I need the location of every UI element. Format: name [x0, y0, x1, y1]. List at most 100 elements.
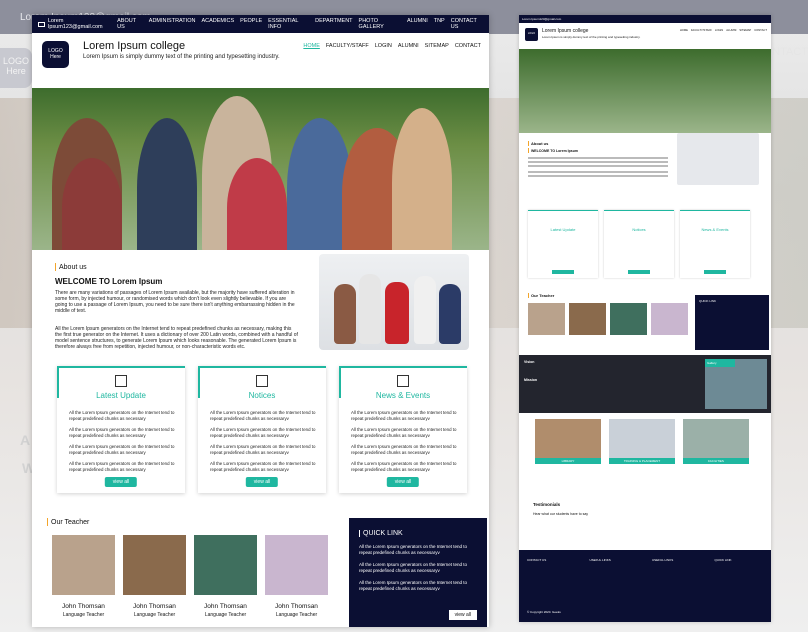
- nav-contact[interactable]: CONTACT: [455, 43, 481, 49]
- teacher-name: John Thomsan: [62, 603, 105, 610]
- view-all-button[interactable]: view all: [386, 477, 420, 487]
- welcome-heading: WELCOME TO Lorem Ipsum: [55, 277, 163, 286]
- mail-icon: [38, 21, 45, 27]
- hero-image: [32, 88, 489, 250]
- nav-sitemap[interactable]: SITEMAP: [425, 43, 449, 49]
- top-bar: Lorem Ipsum123@gmail.com ABOUT US ADMINI…: [32, 15, 489, 33]
- teacher-role: Language Teacher: [62, 612, 105, 618]
- card-title: News & Events: [375, 391, 431, 400]
- card-item[interactable]: All the Lorem Ipsum generators on the In…: [69, 461, 177, 472]
- teacher-name: John Thomsan: [133, 603, 176, 610]
- thumb-college: Lorem Ipsum college: [542, 28, 589, 34]
- view-all-button[interactable]: view all: [104, 477, 138, 487]
- nav-login[interactable]: LOGIN: [375, 43, 392, 49]
- thumb-tagline: Lorem Ipsum is simply dummy text of the …: [542, 35, 641, 39]
- students-photo: [319, 254, 469, 350]
- view-all-button[interactable]: view all: [448, 610, 477, 620]
- college-name: Lorem Ipsum college: [83, 40, 186, 52]
- card-item[interactable]: All the Lorem Ipsum generators on the In…: [210, 461, 318, 472]
- card-item[interactable]: All the Lorem Ipsum generators on the In…: [351, 410, 459, 421]
- latest-update-card: Latest Update All the Lorem Ipsum genera…: [57, 366, 185, 493]
- thumb-facilities: LIBRARY TRAINING & PLACEMENT FACILITIES: [535, 419, 749, 464]
- thumb-quick-link: QUICK LINK: [695, 295, 769, 350]
- nav-home[interactable]: HOME: [303, 43, 320, 49]
- teachers-title: Our Teacher: [47, 518, 89, 526]
- teacher-card[interactable]: John Thomsan Language Teacher: [123, 535, 186, 618]
- topnav-department[interactable]: DEPARTMENT: [315, 18, 352, 30]
- quick-link-item[interactable]: All the Lorem Ipsum generators on the In…: [359, 580, 477, 591]
- about-paragraph: There are many variations of passages of…: [55, 290, 295, 314]
- teacher-card[interactable]: John Thomsan Language Teacher: [52, 535, 115, 618]
- quick-link-item[interactable]: All the Lorem Ipsum generators on the In…: [359, 544, 477, 555]
- college-tagline: Lorem Ipsum is simply dummy text of the …: [83, 54, 280, 60]
- topnav-contact[interactable]: CONTACT US: [451, 18, 483, 30]
- thumb-footer: CONTACT US USEFUL LINKS USEFUL LINKS QUI…: [519, 550, 771, 622]
- topnav-administration[interactable]: ADMINISTRATION: [149, 18, 196, 30]
- topnav-photo-gallery[interactable]: PHOTO GALLERY: [359, 18, 401, 30]
- nav-faculty[interactable]: FACULTY/STAFF: [326, 43, 369, 49]
- card-item[interactable]: All the Lorem Ipsum generators on the In…: [351, 427, 459, 438]
- thumb-topbar: Lorem Ipsum123@gmail.com: [519, 15, 771, 23]
- thumb-logo: LOGO: [525, 28, 538, 41]
- teacher-photo: [123, 535, 186, 595]
- document-icon: [115, 375, 127, 387]
- about-title: About us: [55, 263, 87, 271]
- card-item[interactable]: All the Lorem Ipsum generators on the In…: [210, 410, 318, 421]
- about-section: About us WELCOME TO Lorem Ipsum There ar…: [32, 250, 489, 365]
- top-nav: ABOUT US ADMINISTRATION ACADEMICS PEOPLE…: [117, 18, 483, 30]
- card-item[interactable]: All the Lorem Ipsum generators on the In…: [69, 427, 177, 438]
- thumb-about: About us WELCOME TO Lorem Ipsum: [519, 133, 771, 198]
- background-side-letter: A: [20, 432, 31, 448]
- about-paragraph: All the Lorem Ipsum generators on the In…: [55, 326, 298, 350]
- teachers-section: Our Teacher John Thomsan Language Teache…: [47, 515, 347, 627]
- thumb-students-photo: [677, 133, 759, 185]
- site-header: LOGO Here Lorem Ipsum college Lorem Ipsu…: [32, 33, 489, 88]
- teacher-card[interactable]: John Thomsan Language Teacher: [194, 535, 257, 618]
- teacher-role: Language Teacher: [204, 612, 247, 618]
- email-contact[interactable]: Lorem Ipsum123@gmail.com: [38, 18, 117, 30]
- card-title: Notices: [248, 391, 276, 400]
- card-item[interactable]: All the Lorem Ipsum generators on the In…: [210, 444, 318, 455]
- card-title: Latest Update: [96, 391, 146, 400]
- background-logo: LOGO Here: [0, 48, 32, 88]
- quick-link-title: QUICK LINK: [359, 530, 477, 537]
- teacher-role: Language Teacher: [133, 612, 176, 618]
- teacher-photo: [52, 535, 115, 595]
- info-cards: Latest Update All the Lorem Ipsum genera…: [57, 366, 467, 493]
- teacher-role: Language Teacher: [275, 612, 318, 618]
- thumb-gallery: Gallery: [705, 359, 767, 409]
- quick-link-panel: QUICK LINK All the Lorem Ipsum generator…: [349, 518, 487, 627]
- topnav-essential-info[interactable]: ESSENTIAL INFO: [268, 18, 309, 30]
- notice-icon: [256, 375, 268, 387]
- teacher-name: John Thomsan: [275, 603, 318, 610]
- teacher-card[interactable]: John Thomsan Language Teacher: [265, 535, 328, 618]
- view-all-button[interactable]: view all: [245, 477, 279, 487]
- card-item[interactable]: All the Lorem Ipsum generators on the In…: [351, 461, 459, 472]
- card-item[interactable]: All the Lorem Ipsum generators on the In…: [210, 427, 318, 438]
- news-events-card: News & Events All the Lorem Ipsum genera…: [339, 366, 467, 493]
- topnav-academics[interactable]: ACADEMICS: [201, 18, 234, 30]
- teacher-photo: [265, 535, 328, 595]
- topnav-people[interactable]: PEOPLE: [240, 18, 262, 30]
- main-nav: HOME FACULTY/STAFF LOGIN ALUMNI SITEMAP …: [303, 43, 481, 49]
- thumb-hero: [519, 49, 771, 133]
- thumb-cards: Latest Update Notices News & Events: [528, 210, 750, 278]
- topnav-alumni[interactable]: ALUMNI: [407, 18, 428, 30]
- thumb-nav: HOME FACULTY/STAFF LOGIN ALUMNI SITEMAP …: [679, 29, 767, 32]
- full-page-preview: Lorem Ipsum123@gmail.com LOGO Lorem Ipsu…: [519, 15, 771, 622]
- email-text: Lorem Ipsum123@gmail.com: [47, 18, 103, 30]
- thumb-header: LOGO Lorem Ipsum college Lorem Ipsum is …: [519, 23, 771, 49]
- quick-link-item[interactable]: All the Lorem Ipsum generators on the In…: [359, 562, 477, 573]
- notices-card: Notices All the Lorem Ipsum generators o…: [198, 366, 326, 493]
- topnav-tnp[interactable]: TNP: [434, 18, 445, 30]
- nav-alumni[interactable]: ALUMNI: [398, 43, 419, 49]
- thumb-teachers: [528, 303, 688, 335]
- topnav-about[interactable]: ABOUT US: [117, 18, 143, 30]
- card-item[interactable]: All the Lorem Ipsum generators on the In…: [69, 410, 177, 421]
- newspaper-icon: [397, 375, 409, 387]
- card-item[interactable]: All the Lorem Ipsum generators on the In…: [69, 444, 177, 455]
- thumb-team-title: Our Teacher: [528, 293, 554, 298]
- logo[interactable]: LOGO Here: [42, 41, 69, 68]
- thumb-testimonials: Testimonials Hear what our students have…: [533, 502, 589, 516]
- card-item[interactable]: All the Lorem Ipsum generators on the In…: [351, 444, 459, 455]
